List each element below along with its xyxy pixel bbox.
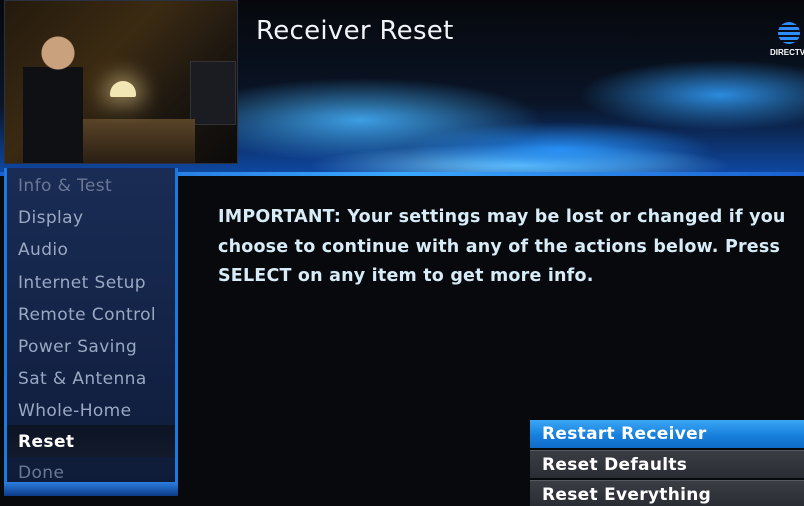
tv-screen: Receiver Reset DIRECTV Info & Test Displ… (0, 0, 804, 506)
brand-logo: DIRECTV (770, 22, 804, 62)
sidebar-item-audio[interactable]: Audio (18, 240, 68, 260)
reset-defaults-button[interactable]: Reset Defaults (530, 450, 804, 478)
sidebar-item-done[interactable]: Done (18, 463, 64, 483)
sidebar-item-sat-antenna[interactable]: Sat & Antenna (18, 369, 147, 389)
page-title: Receiver Reset (256, 16, 454, 46)
sidebar-item-internet-setup[interactable]: Internet Setup (18, 273, 146, 293)
sidebar-item-display[interactable]: Display (18, 208, 83, 228)
reset-everything-button[interactable]: Reset Everything (530, 480, 804, 506)
sidebar-item-whole-home[interactable]: Whole-Home (18, 401, 132, 421)
restart-receiver-button[interactable]: Restart Receiver (530, 420, 804, 448)
live-tv-preview (4, 0, 238, 164)
sidebar-item-remote-control[interactable]: Remote Control (18, 305, 156, 325)
important-message: IMPORTANT: Your settings may be lost or … (218, 207, 786, 286)
sidebar-item-power-saving[interactable]: Power Saving (18, 337, 137, 357)
globe-icon (778, 22, 800, 44)
sidebar-item-info-test[interactable]: Info & Test (18, 176, 112, 196)
sidebar-item-reset[interactable]: Reset (18, 432, 74, 452)
brand-name: DIRECTV (770, 48, 804, 57)
